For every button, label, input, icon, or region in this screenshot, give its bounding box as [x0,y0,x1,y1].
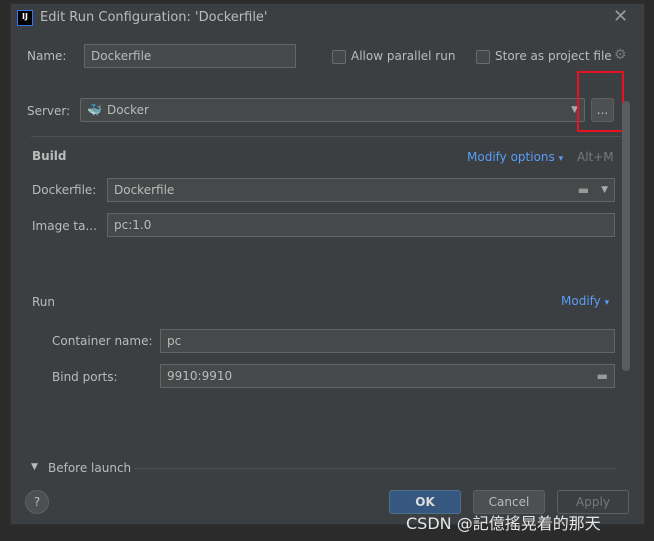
intellij-logo-icon: IJ [17,10,33,26]
shortcut-hint: Alt+M [577,150,614,164]
docker-icon: 🐳 [87,103,102,117]
watermark: CSDN @記億搖晃着的那天 [406,514,601,533]
highlight-box [577,71,624,132]
allow-parallel-label: Allow parallel run [351,49,456,63]
chevron-down-icon[interactable]: ▼ [601,185,608,195]
chevron-down-icon: ▾ [604,298,610,308]
server-select[interactable]: 🐳 Docker ▼ [80,98,585,122]
server-value: Docker [106,103,149,117]
scrollbar[interactable] [622,101,630,371]
modify-link[interactable]: Modify ▾ [561,294,609,308]
container-name-input[interactable]: pc [160,329,615,353]
before-launch-label[interactable]: Before launch [48,461,131,475]
folder-icon[interactable]: ▬ [597,369,608,383]
image-tag-input[interactable]: pc:1.0 [107,213,615,237]
name-input[interactable]: Dockerfile [84,44,296,68]
dockerfile-label: Dockerfile: [32,183,97,197]
modify-label: Modify [561,294,601,308]
folder-icon[interactable]: ▬ [578,183,589,197]
bind-ports-input[interactable]: 9910:9910 ▬ [160,364,615,388]
bind-ports-label: Bind ports: [52,370,118,384]
allow-parallel-checkbox[interactable] [332,50,346,64]
modify-options-label: Modify options [467,150,555,164]
chevron-down-icon: ▾ [558,154,564,164]
server-label: Server: [27,104,71,118]
build-section-title: Build [32,149,67,163]
store-project-checkbox[interactable] [476,50,490,64]
close-icon[interactable]: ✕ [613,6,628,27]
edit-run-configuration-dialog: IJ Edit Run Configuration: 'Dockerfile' … [10,3,645,525]
image-tag-label: Image ta... [32,219,97,233]
modify-options-link[interactable]: Modify options ▾ [467,150,563,164]
container-name-label: Container name: [52,334,153,348]
gear-icon[interactable]: ⚙ [614,47,627,63]
divider [134,468,617,469]
store-project-label: Store as project file [495,49,612,63]
name-label: Name: [27,49,67,63]
run-section-title: Run [32,295,56,309]
dockerfile-value: Dockerfile [114,183,175,197]
collapse-triangle-icon[interactable]: ▼ [31,462,38,472]
dialog-title: Edit Run Configuration: 'Dockerfile' [40,10,268,25]
help-button[interactable]: ? [25,490,49,514]
bind-ports-value: 9910:9910 [167,369,233,383]
divider [31,136,621,137]
dockerfile-input[interactable]: Dockerfile ▬ ▼ [107,178,615,202]
